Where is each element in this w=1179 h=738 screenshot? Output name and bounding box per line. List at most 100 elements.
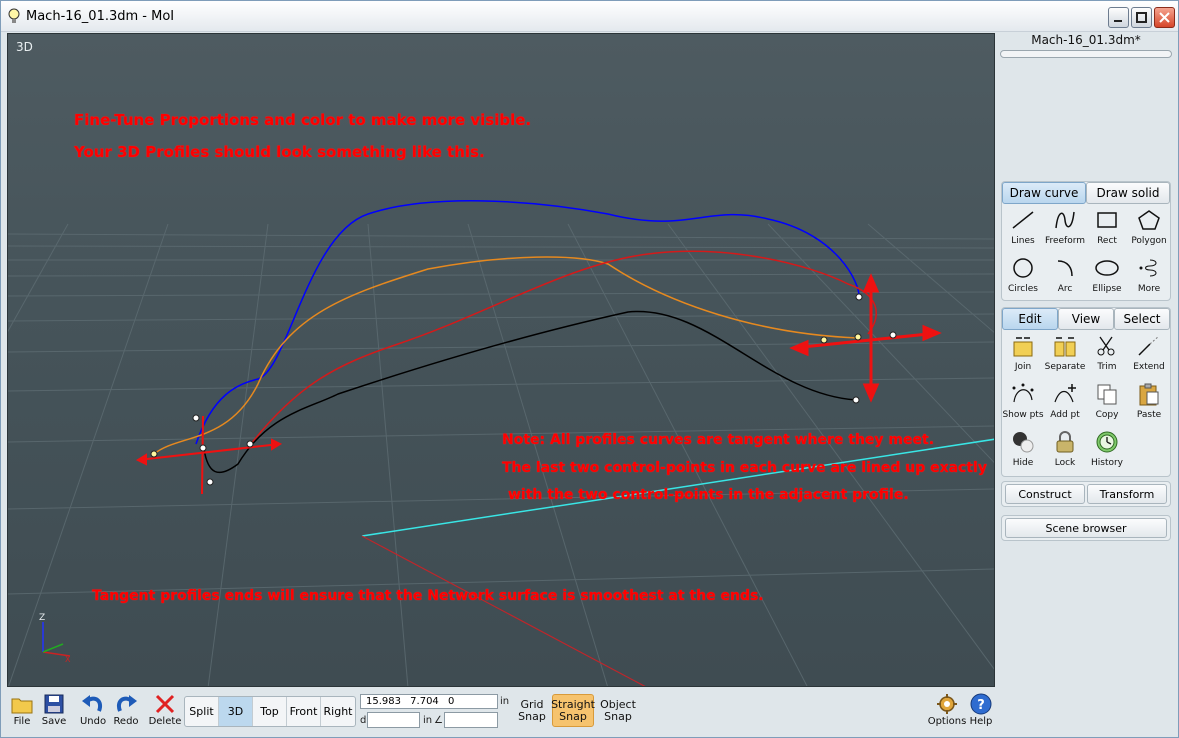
tool-lock[interactable]: Lock — [1044, 428, 1086, 476]
file-label: File — [13, 716, 31, 727]
tool-extend-label: Extend — [1133, 362, 1165, 372]
tool-more[interactable]: More — [1128, 254, 1170, 302]
note-mid-line2: The last two control-points in each curv… — [502, 460, 987, 476]
tool-paste-label: Paste — [1136, 410, 1162, 420]
side-panel: Mach-16_01.3dm* Draw curve Draw solid Li… — [998, 33, 1174, 687]
tool-polygon[interactable]: Polygon — [1128, 206, 1170, 254]
tool-rect[interactable]: Rect — [1086, 206, 1128, 254]
window-title: Mach-16_01.3dm - MoI — [26, 9, 175, 24]
file-name: Mach-16_01.3dm* — [1031, 33, 1141, 47]
tool-paste[interactable]: Paste — [1128, 380, 1170, 428]
tool-join[interactable]: Join — [1002, 332, 1044, 380]
save-disk-icon — [44, 694, 64, 714]
tool-circles-label: Circles — [1008, 284, 1038, 294]
object-snap-line2: Snap — [604, 709, 632, 723]
tool-add-pt[interactable]: Add pt — [1044, 380, 1086, 428]
view-3d-button[interactable]: 3D — [219, 697, 253, 726]
grid-snap-toggle[interactable]: Grid Snap — [514, 694, 550, 727]
scene-browser-button[interactable]: Scene browser — [1005, 518, 1167, 538]
folder-icon — [11, 698, 33, 714]
draw-panel: Draw curve Draw solid Lines Freeform Rec… — [1001, 181, 1171, 301]
redo-arrow-icon — [117, 695, 137, 712]
tool-more-label: More — [1137, 284, 1161, 294]
tab-edit[interactable]: Edit — [1002, 308, 1058, 330]
file-button[interactable]: File — [5, 692, 39, 727]
tab-draw-curve[interactable]: Draw curve — [1002, 182, 1086, 204]
transform-button[interactable]: Transform — [1087, 484, 1167, 504]
tool-separate[interactable]: Separate — [1044, 332, 1086, 380]
grid-snap-line1: Grid — [520, 697, 544, 711]
tool-extend[interactable]: Extend — [1128, 332, 1170, 380]
save-label: Save — [41, 716, 67, 727]
angle-input[interactable] — [444, 712, 498, 728]
red-profile-curve[interactable] — [250, 250, 877, 445]
save-button[interactable]: Save — [37, 692, 71, 727]
axis-z-label: Z — [39, 613, 45, 623]
svg-text:?: ? — [977, 698, 985, 713]
tool-hide[interactable]: Hide — [1002, 428, 1044, 476]
maximize-button[interactable] — [1131, 7, 1152, 28]
viewport-3d[interactable]: Z X 3D Fine-Tune Proportions and color t… — [7, 33, 995, 687]
freeform-icon — [1055, 211, 1075, 229]
coord-unit: in — [500, 696, 510, 707]
extend-icon — [1138, 335, 1160, 356]
polygon-icon — [1138, 210, 1160, 230]
copy-icon — [1097, 384, 1117, 405]
tool-ellipse[interactable]: Ellipse — [1086, 254, 1128, 302]
tool-copy[interactable]: Copy — [1086, 380, 1128, 428]
tab-view[interactable]: View — [1058, 308, 1114, 330]
axis-x-label: X — [65, 655, 71, 664]
app-window: Mach-16_01.3dm - MoI Z X 3D Fine-Tune Pr… — [0, 0, 1179, 738]
close-icon — [1159, 12, 1170, 23]
tool-trim[interactable]: Trim — [1086, 332, 1128, 380]
coordinate-input[interactable]: 15.983 7.704 0 — [360, 694, 498, 709]
redo-button[interactable]: Redo — [109, 692, 143, 727]
tool-arc[interactable]: Arc — [1044, 254, 1086, 302]
note-top-line1: Fine-Tune Proportions and color to make … — [74, 111, 532, 129]
view-right-button[interactable]: Right — [321, 697, 355, 726]
blue-profile-curve[interactable] — [195, 200, 860, 445]
undo-button[interactable]: Undo — [76, 692, 110, 727]
title-bar: Mach-16_01.3dm - MoI — [1, 1, 1178, 32]
help-button[interactable]: ? Help — [964, 692, 998, 727]
view-split-button[interactable]: Split — [185, 697, 219, 726]
moi-bulb-icon — [8, 8, 20, 23]
tab-draw-solid[interactable]: Draw solid — [1086, 182, 1170, 204]
tool-freeform-label: Freeform — [1044, 236, 1086, 246]
circle-icon — [1013, 258, 1033, 278]
help-question-icon: ? — [970, 693, 992, 715]
bottom-toolbar: File Save Undo Redo Delete Split 3D Top … — [1, 689, 1178, 737]
close-button[interactable] — [1154, 7, 1175, 28]
tool-freeform[interactable]: Freeform — [1044, 206, 1086, 254]
distance-unit: in — [423, 715, 433, 726]
tool-circles[interactable]: Circles — [1002, 254, 1044, 302]
options-button[interactable]: Options — [927, 692, 967, 727]
options-label: Options — [927, 716, 967, 727]
construct-button[interactable]: Construct — [1005, 484, 1085, 504]
undo-arrow-icon — [82, 695, 102, 712]
y-axis-line — [361, 535, 646, 686]
straight-snap-line2: Snap — [559, 709, 587, 723]
viewport-label[interactable]: 3D — [16, 40, 33, 54]
tab-select[interactable]: Select — [1114, 308, 1170, 330]
tool-lines-label: Lines — [1011, 236, 1035, 246]
view-front-button[interactable]: Front — [287, 697, 321, 726]
delete-button[interactable]: Delete — [148, 692, 182, 727]
note-mid-line1: Note: All profiles curves are tangent wh… — [502, 432, 935, 448]
minimize-button[interactable] — [1108, 7, 1129, 28]
tool-show-pts[interactable]: Show pts — [1002, 380, 1044, 428]
redo-label: Redo — [113, 716, 139, 727]
tool-show-pts-label: Show pts — [1002, 410, 1044, 420]
tool-rect-label: Rect — [1097, 236, 1117, 246]
edit-panel: Edit View Select Join Separate Trim Exte… — [1001, 307, 1171, 477]
tool-history[interactable]: History — [1086, 428, 1128, 476]
tool-lines[interactable]: Lines — [1002, 206, 1044, 254]
distance-input[interactable] — [367, 712, 420, 728]
straight-snap-toggle[interactable]: Straight Snap — [551, 694, 595, 727]
tool-history-label: History — [1090, 458, 1124, 468]
note-bottom: Tangent profiles ends will ensure that t… — [92, 588, 764, 604]
tool-hide-label: Hide — [1012, 458, 1034, 468]
view-top-button[interactable]: Top — [253, 697, 287, 726]
control-points[interactable] — [150, 293, 897, 486]
object-snap-toggle[interactable]: Object Snap — [598, 694, 638, 727]
